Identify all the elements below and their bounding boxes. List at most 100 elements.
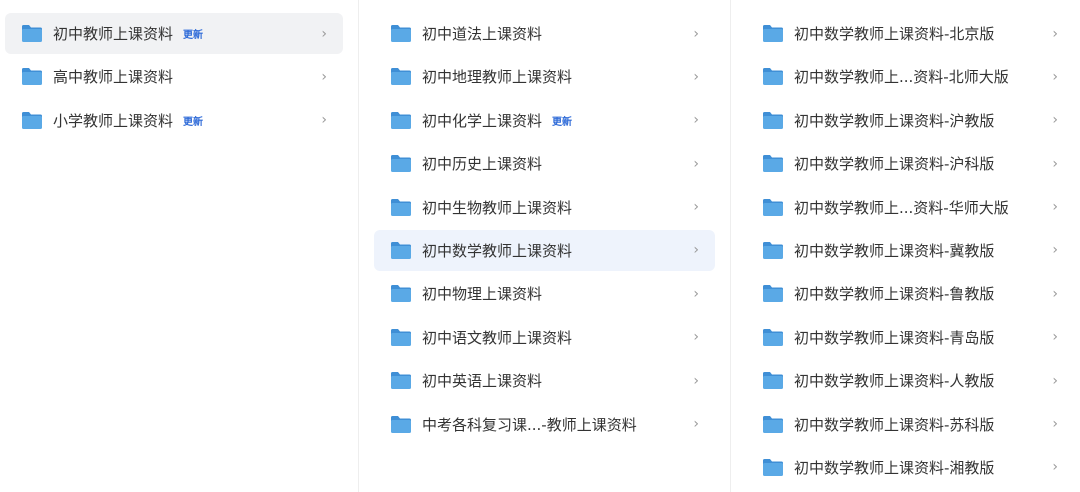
col2-folder-item-1[interactable]: 初中地理教师上课资料 ›: [374, 56, 715, 97]
chevron-right-icon: ›: [693, 155, 699, 172]
folder-icon: [21, 24, 43, 43]
col3-folder-item-5[interactable]: 初中数学教师上课资料-冀教版 ›: [746, 230, 1074, 271]
col3-folder-item-6[interactable]: 初中数学教师上课资料-鲁教版 ›: [746, 273, 1074, 314]
col2-folder-item-4[interactable]: 初中生物教师上课资料 ›: [374, 187, 715, 228]
folder-item-label: 高中教师上课资料: [53, 68, 174, 87]
folder-item-label: 初中数学教师上课资料-北京版: [794, 25, 995, 43]
folder-icon: [762, 415, 784, 434]
col3-folder-item-0[interactable]: 初中数学教师上课资料-北京版 ›: [746, 13, 1074, 54]
chevron-right-icon: ›: [693, 68, 699, 85]
chevron-right-icon: ›: [693, 112, 699, 129]
folder-item-label: 初中语文教师上课资料: [422, 328, 573, 347]
chevron-right-icon: ›: [1052, 285, 1058, 302]
folder-item-label: 初中化学上课资料: [422, 111, 543, 130]
folder-item-label: 初中数学教师上...资料-华师大版: [794, 198, 1009, 217]
folder-item-label: 初中数学教师上课资料-湘教版: [794, 458, 995, 477]
chevron-right-icon: ›: [1052, 199, 1058, 216]
folder-browser: 初中教师上课资料 更新 › 高中教师上课资料 › 小学教师上课资料 更新 › 初…: [0, 0, 1080, 492]
folder-item-label: 初中数学教师上课资料-鲁教版: [794, 285, 995, 304]
folder-item-label: 中考各科复习课...-教师上课资料: [422, 415, 637, 434]
folder-item-label: 初中数学教师上课资料-沪教版: [794, 111, 995, 130]
folder-icon: [762, 67, 784, 86]
folder-icon: [762, 328, 784, 347]
folder-icon: [762, 111, 784, 130]
folder-item-label: 初中地理教师上课资料: [422, 68, 573, 87]
col2-folder-item-0[interactable]: 初中道法上课资料 ›: [374, 13, 715, 54]
folder-icon: [390, 284, 412, 303]
folder-item-label: 初中物理上课资料: [422, 285, 543, 304]
chevron-right-icon: ›: [1052, 68, 1058, 85]
folder-icon: [390, 24, 412, 43]
col2-folder-item-3[interactable]: 初中历史上课资料 ›: [374, 143, 715, 184]
folder-icon: [390, 371, 412, 390]
chevron-right-icon: ›: [1052, 155, 1058, 172]
col1-folder-item-1[interactable]: 高中教师上课资料 ›: [5, 56, 343, 97]
folder-icon: [762, 371, 784, 390]
col2-folder-item-2[interactable]: 初中化学上课资料 更新 ›: [374, 100, 715, 141]
folder-item-label: 初中数学教师上课资料-青岛版: [794, 328, 995, 347]
chevron-right-icon: ›: [321, 112, 327, 129]
folder-item-label: 初中数学教师上课资料-人教版: [794, 372, 995, 391]
folder-item-label: 初中数学教师上课资料: [422, 241, 573, 260]
folder-item-label: 初中历史上课资料: [422, 155, 543, 174]
column-level-2: 初中道法上课资料 › 初中地理教师上课资料 › 初中化学上课资料 更新 › 初中…: [359, 0, 731, 492]
chevron-right-icon: ›: [1052, 372, 1058, 389]
chevron-right-icon: ›: [693, 329, 699, 346]
col2-folder-item-7[interactable]: 初中语文教师上课资料 ›: [374, 317, 715, 358]
col3-folder-item-9[interactable]: 初中数学教师上课资料-苏科版 ›: [746, 404, 1074, 445]
col2-folder-item-5[interactable]: 初中数学教师上课资料 ›: [374, 229, 715, 271]
folder-icon: [390, 154, 412, 173]
folder-icon: [390, 415, 412, 434]
update-badge: 更新: [552, 116, 573, 128]
col2-folder-item-9[interactable]: 中考各科复习课...-教师上课资料 ›: [374, 404, 715, 445]
folder-item-label: 初中教师上课资料: [53, 25, 174, 43]
folder-icon: [390, 198, 412, 217]
folder-icon: [762, 241, 784, 260]
chevron-right-icon: ›: [693, 285, 699, 302]
chevron-right-icon: ›: [1052, 329, 1058, 346]
chevron-right-icon: ›: [1052, 25, 1058, 42]
col1-folder-item-2[interactable]: 小学教师上课资料 更新 ›: [5, 100, 343, 141]
folder-item-label: 初中英语上课资料: [422, 372, 543, 391]
folder-icon: [390, 111, 412, 130]
col1-folder-item-0[interactable]: 初中教师上课资料 更新 ›: [5, 13, 343, 54]
folder-icon: [390, 67, 412, 86]
col3-folder-item-7[interactable]: 初中数学教师上课资料-青岛版 ›: [746, 317, 1074, 358]
chevron-right-icon: ›: [693, 372, 699, 389]
chevron-right-icon: ›: [1052, 416, 1058, 433]
folder-icon: [762, 284, 784, 303]
col2-folder-item-8[interactable]: 初中英语上课资料 ›: [374, 360, 715, 401]
folder-icon: [762, 154, 784, 173]
col3-folder-item-10[interactable]: 初中数学教师上课资料-湘教版 ›: [746, 447, 1074, 488]
folder-item-label: 初中道法上课资料: [422, 25, 543, 43]
chevron-right-icon: ›: [1052, 242, 1058, 259]
col3-folder-item-4[interactable]: 初中数学教师上...资料-华师大版 ›: [746, 187, 1074, 228]
folder-icon: [762, 24, 784, 43]
chevron-right-icon: ›: [321, 68, 327, 85]
folder-icon: [390, 328, 412, 347]
col3-folder-item-8[interactable]: 初中数学教师上课资料-人教版 ›: [746, 360, 1074, 401]
column-level-1: 初中教师上课资料 更新 › 高中教师上课资料 › 小学教师上课资料 更新 ›: [0, 0, 359, 492]
chevron-right-icon: ›: [693, 199, 699, 216]
folder-item-label: 初中数学教师上...资料-北师大版: [794, 68, 1009, 87]
folder-item-label: 初中生物教师上课资料: [422, 198, 573, 217]
chevron-right-icon: ›: [1052, 112, 1058, 129]
col3-folder-item-1[interactable]: 初中数学教师上...资料-北师大版 ›: [746, 56, 1074, 97]
update-badge: 更新: [183, 116, 204, 128]
folder-icon: [21, 111, 43, 130]
folder-item-label: 初中数学教师上课资料-沪科版: [794, 155, 995, 174]
folder-icon: [390, 241, 412, 260]
col2-folder-item-6[interactable]: 初中物理上课资料 ›: [374, 273, 715, 314]
chevron-right-icon: ›: [1052, 459, 1058, 476]
folder-icon: [762, 458, 784, 477]
folder-item-label: 小学教师上课资料: [53, 111, 174, 130]
col3-folder-item-2[interactable]: 初中数学教师上课资料-沪教版 ›: [746, 100, 1074, 141]
folder-icon: [762, 198, 784, 217]
update-badge: 更新: [183, 30, 204, 41]
folder-item-label: 初中数学教师上课资料-冀教版: [794, 241, 995, 260]
chevron-right-icon: ›: [693, 242, 699, 259]
col3-folder-item-3[interactable]: 初中数学教师上课资料-沪科版 ›: [746, 143, 1074, 184]
folder-icon: [21, 67, 43, 86]
chevron-right-icon: ›: [693, 416, 699, 433]
column-level-3: 初中数学教师上课资料-北京版 › 初中数学教师上...资料-北师大版 › 初中数…: [731, 0, 1080, 492]
